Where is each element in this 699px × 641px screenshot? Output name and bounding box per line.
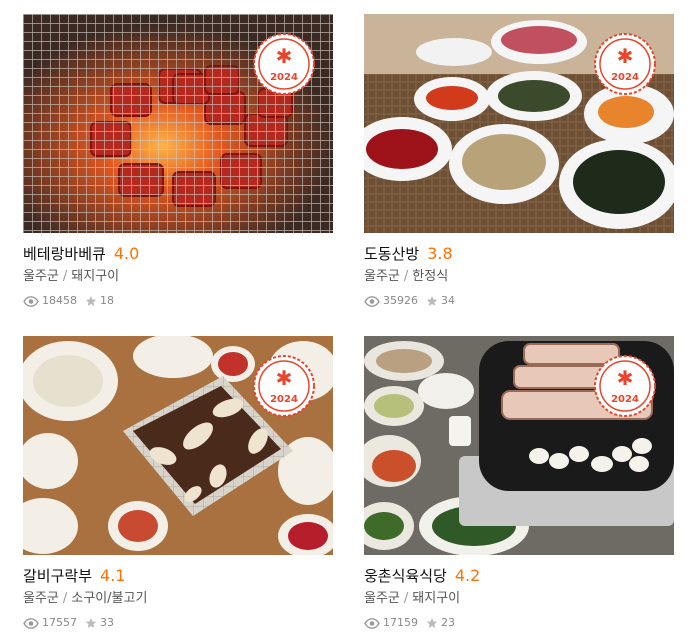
- restaurant-rating: 4.1: [100, 566, 126, 585]
- restaurant-photo[interactable]: ✱ 2024: [364, 14, 674, 233]
- svg-text:✱: ✱: [617, 44, 634, 68]
- view-count: 17557: [42, 616, 77, 629]
- restaurant-name[interactable]: 베테랑바베큐: [23, 245, 106, 263]
- restaurant-name[interactable]: 도동산방: [364, 245, 419, 263]
- restaurant-region: 울주군: [23, 591, 59, 606]
- restaurant-card[interactable]: ✱ 2024 웅촌식육식당 4.2 울주군 / 돼지구이 17159 23: [364, 336, 674, 630]
- restaurant-photo[interactable]: ✱ 2024: [23, 14, 333, 233]
- eye-icon: [364, 295, 380, 307]
- award-2024-badge-icon: ✱ 2024: [253, 355, 315, 417]
- eye-icon: [364, 617, 380, 629]
- eye-icon: [23, 295, 39, 307]
- svg-text:2024: 2024: [611, 394, 639, 405]
- restaurant-card[interactable]: ✱ 2024 베테랑바베큐 4.0 울주군 / 돼지구이 18458 18: [23, 14, 333, 308]
- separator: /: [62, 591, 68, 606]
- award-2024-badge-icon: ✱ 2024: [594, 33, 656, 95]
- award-2024-badge-icon: ✱ 2024: [253, 33, 315, 95]
- star-icon: [85, 296, 97, 306]
- view-count: 18458: [42, 294, 77, 307]
- separator: /: [403, 591, 409, 606]
- restaurant-card[interactable]: ✱ 2024 갈비구락부 4.1 울주군 / 소구이/불고기 17557 33: [23, 336, 333, 630]
- restaurant-category: 한정식: [412, 269, 449, 284]
- restaurant-rating: 4.2: [454, 566, 481, 585]
- restaurant-name[interactable]: 갈비구락부: [23, 567, 92, 585]
- star-icon: [426, 296, 438, 306]
- review-count: 18: [100, 294, 114, 307]
- svg-text:✱: ✱: [276, 366, 293, 390]
- separator: /: [62, 269, 68, 284]
- award-2024-badge-icon: ✱ 2024: [594, 355, 656, 417]
- restaurant-category: 돼지구이: [412, 591, 461, 606]
- restaurant-grid: ✱ 2024 베테랑바베큐 4.0 울주군 / 돼지구이 18458 18 ✱ …: [0, 0, 699, 641]
- eye-icon: [23, 617, 39, 629]
- view-count: 17159: [383, 616, 418, 629]
- star-icon: [426, 618, 438, 628]
- restaurant-rating: 3.8: [427, 244, 453, 263]
- svg-text:2024: 2024: [611, 72, 639, 83]
- view-count: 35926: [383, 294, 418, 307]
- restaurant-photo[interactable]: ✱ 2024: [364, 336, 674, 555]
- restaurant-card[interactable]: ✱ 2024 도동산방 3.8 울주군 / 한정식 35926 34: [364, 14, 674, 308]
- review-count: 23: [441, 616, 455, 629]
- restaurant-region: 울주군: [364, 591, 400, 606]
- restaurant-category: 소구이/불고기: [71, 591, 148, 606]
- restaurant-name[interactable]: 웅촌식육식당: [364, 567, 447, 585]
- separator: /: [403, 269, 409, 284]
- restaurant-rating: 4.0: [113, 244, 140, 263]
- review-count: 33: [100, 616, 114, 629]
- svg-text:2024: 2024: [270, 394, 298, 405]
- restaurant-region: 울주군: [23, 269, 59, 284]
- svg-text:✱: ✱: [617, 366, 634, 390]
- svg-text:✱: ✱: [276, 44, 293, 68]
- review-count: 34: [441, 294, 455, 307]
- restaurant-photo[interactable]: ✱ 2024: [23, 336, 333, 555]
- restaurant-category: 돼지구이: [71, 269, 120, 284]
- star-icon: [85, 618, 97, 628]
- svg-text:2024: 2024: [270, 72, 298, 83]
- restaurant-region: 울주군: [364, 269, 400, 284]
